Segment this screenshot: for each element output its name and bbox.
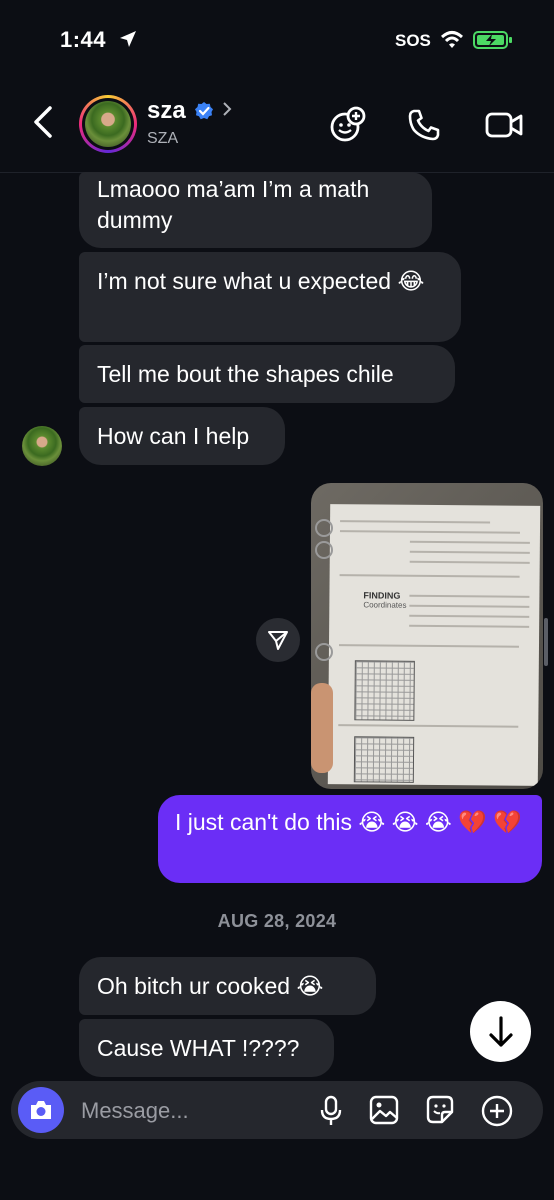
mic-icon[interactable]	[319, 1095, 343, 1127]
message-bubble-incoming[interactable]: Cause WHAT !????	[79, 1019, 334, 1077]
profile-photo	[85, 101, 131, 147]
back-icon[interactable]	[30, 104, 58, 140]
status-time: 1:44	[60, 27, 107, 52]
battery-icon	[473, 31, 512, 49]
arrow-down-icon	[489, 1016, 513, 1047]
share-icon	[268, 631, 288, 650]
message-bubble-incoming[interactable]: Oh bitch ur cooked 😭	[79, 957, 376, 1015]
sender-avatar[interactable]	[22, 426, 62, 466]
video-icon[interactable]	[485, 110, 523, 140]
scroll-to-bottom-button[interactable]	[470, 1001, 531, 1062]
share-button[interactable]	[256, 618, 300, 662]
wifi-icon	[440, 31, 464, 48]
message-bubble-incoming[interactable]: How can I help	[79, 407, 285, 465]
status-bar: 1:44 SOS	[0, 0, 554, 80]
effects-icon[interactable]	[329, 106, 367, 144]
chat-header: sza SZA	[0, 80, 554, 173]
sticker-icon[interactable]	[424, 1094, 456, 1126]
phone-icon[interactable]	[407, 108, 441, 142]
photo-heading: FINDING	[363, 590, 401, 601]
message-bubble-incoming[interactable]: I’m not sure what u expected 😂	[79, 252, 461, 342]
date-divider: AUG 28, 2024	[217, 911, 337, 931]
photo-message[interactable]: FINDING Coordinates	[311, 483, 543, 789]
message-input[interactable]	[79, 1091, 303, 1131]
contact-handle: SZA	[147, 130, 179, 147]
chevron-right-icon[interactable]	[221, 100, 233, 118]
camera-icon	[31, 1101, 51, 1119]
message-composer	[11, 1081, 543, 1139]
message-bubble-incoming[interactable]: Lmaooo ma’am I’m a math dummy	[79, 172, 432, 248]
verified-icon	[195, 102, 213, 120]
gallery-icon[interactable]	[369, 1095, 399, 1125]
message-bubble-outgoing[interactable]: I just can't do this 😭 😭 😭 💔 💔	[158, 795, 542, 883]
location-arrow-icon	[120, 31, 136, 47]
camera-button[interactable]	[18, 1087, 64, 1133]
scrollbar[interactable]	[544, 618, 548, 666]
worksheet-photo: FINDING Coordinates	[327, 504, 541, 786]
avatar[interactable]	[79, 95, 137, 153]
status-carrier: SOS	[395, 31, 431, 50]
photo-subheading: Coordinates	[363, 600, 407, 610]
plus-icon[interactable]	[480, 1094, 514, 1128]
contact-name[interactable]: sza	[147, 97, 186, 125]
message-bubble-incoming[interactable]: Tell me bout the shapes chile	[79, 345, 455, 403]
